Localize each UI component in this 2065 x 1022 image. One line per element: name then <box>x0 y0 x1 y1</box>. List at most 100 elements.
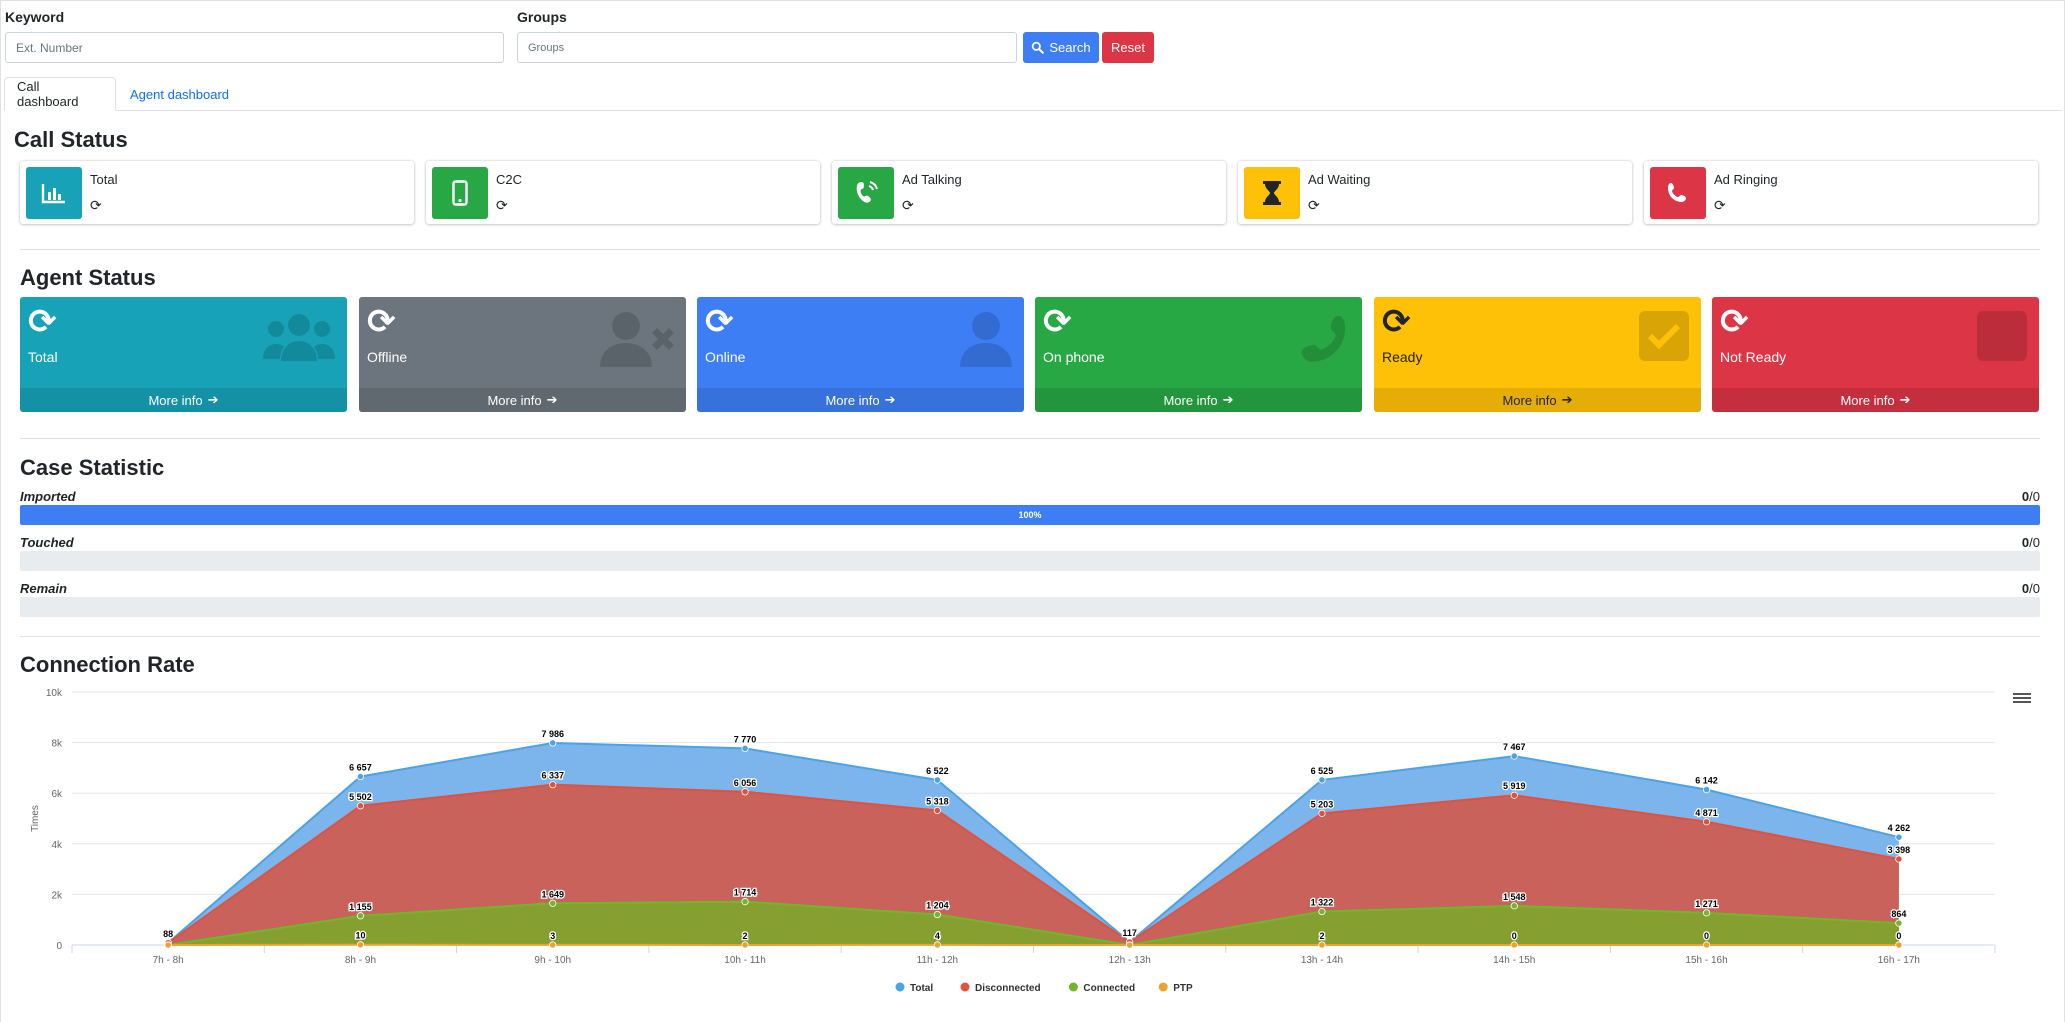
data-label: 7 770 <box>734 734 757 744</box>
call-status-card-ad-ringing[interactable]: Ad Ringing ⟳ <box>1644 161 2038 224</box>
data-point <box>1895 833 1903 841</box>
refresh-icon: ⟳ <box>1714 197 1726 213</box>
data-point <box>549 899 557 907</box>
groups-label: Groups <box>517 9 567 25</box>
tab-agent-dashboard[interactable]: Agent dashboard <box>118 77 241 111</box>
agent-status-card-on-phone[interactable]: ⟳ On phone More info ➔ <box>1035 297 1362 412</box>
case-row-touched: Touched 0/0 <box>20 535 2040 573</box>
case-row-label: Touched <box>20 535 74 550</box>
y-tick-label: 8k <box>51 739 63 750</box>
data-point <box>933 776 941 784</box>
case-row-total: /0 <box>2029 581 2040 596</box>
more-info-link[interactable]: More info ➔ <box>359 388 686 412</box>
section-divider <box>20 438 2040 439</box>
agent-status-card-ready[interactable]: ⟳ Ready More info ➔ <box>1374 297 1701 412</box>
y-tick-label: 6k <box>51 789 63 800</box>
data-point <box>549 739 557 747</box>
agent-status-card-not-ready[interactable]: ⟳ Not Ready More info ➔ <box>1712 297 2039 412</box>
bar-chart-icon <box>26 167 82 219</box>
x-tick-label: 13h - 14h <box>1301 955 1343 966</box>
refresh-icon: ⟳ <box>496 197 508 213</box>
reset-button[interactable]: Reset <box>1102 32 1154 63</box>
section-divider <box>20 249 2040 250</box>
search-button[interactable]: Search <box>1023 32 1099 63</box>
data-point <box>356 802 365 810</box>
data-point <box>1895 919 1903 927</box>
case-row-imported: Imported 0/0 100% <box>20 489 2040 527</box>
more-info-label: More info <box>148 392 203 408</box>
agent-status-card-offline[interactable]: ⟳ Offline More info ➔ <box>359 297 686 412</box>
case-row-total: /0 <box>2029 535 2040 550</box>
search-icon <box>1032 41 1045 54</box>
agent-status-label: Total <box>28 349 58 365</box>
data-label: 0 <box>1512 931 1517 941</box>
refresh-icon: ⟳ <box>367 303 396 341</box>
data-label: 1 714 <box>734 888 757 898</box>
data-label: 3 398 <box>1888 845 1911 855</box>
data-point <box>933 941 941 949</box>
agent-status-card-total[interactable]: ⟳ Total More info ➔ <box>20 297 347 412</box>
call-status-card-ad-talking[interactable]: Ad Talking ⟳ <box>832 161 1226 224</box>
keyword-input[interactable] <box>5 32 504 63</box>
progress-bar: 100% <box>20 505 2040 525</box>
case-row-total: /0 <box>2029 489 2040 504</box>
data-label: 4 262 <box>1888 823 1911 833</box>
more-info-link[interactable]: More info ➔ <box>20 388 347 412</box>
progress-bar <box>20 597 2040 617</box>
data-label: 4 871 <box>1695 808 1718 818</box>
y-tick-label: 0 <box>56 941 62 952</box>
refresh-icon: ⟳ <box>1308 197 1320 213</box>
data-point <box>1126 941 1134 949</box>
tab-call-dashboard[interactable]: Call dashboard <box>4 77 116 111</box>
call-status-card-total[interactable]: Total ⟳ <box>20 161 414 224</box>
data-label: 1 548 <box>1503 892 1526 902</box>
refresh-icon: ⟳ <box>1720 303 1749 341</box>
x-tick-label: 8h - 9h <box>345 955 376 966</box>
legend-item-total: Total <box>910 983 933 994</box>
data-point <box>1510 791 1518 799</box>
data-label: 3 <box>550 931 555 941</box>
more-info-label: More info <box>1502 392 1557 408</box>
refresh-icon: ⟳ <box>1382 303 1411 341</box>
case-row-value: 0/0 <box>2022 535 2040 550</box>
data-label: 0 <box>1896 931 1901 941</box>
more-info-label: More info <box>487 392 542 408</box>
case-row-value: 0/0 <box>2022 581 2040 596</box>
legend-marker <box>1068 982 1078 992</box>
data-point <box>356 912 365 920</box>
data-label: 1 204 <box>926 901 949 911</box>
data-point <box>1510 902 1518 910</box>
data-point <box>1702 786 1711 794</box>
check-square-icon <box>1639 311 1689 361</box>
legend-marker <box>895 982 905 992</box>
progress-fill: 100% <box>20 505 2040 525</box>
arrow-circle-right-icon: ➔ <box>1561 392 1573 407</box>
x-tick-label: 9h - 10h <box>534 955 571 966</box>
more-info-link[interactable]: More info ➔ <box>697 388 1024 412</box>
search-button-label: Search <box>1049 40 1091 55</box>
agent-status-label: Ready <box>1382 349 1423 365</box>
data-point <box>1895 941 1903 949</box>
agent-status-label: Not Ready <box>1720 349 1787 365</box>
y-tick-label: 10k <box>46 688 63 699</box>
data-point <box>1318 809 1326 817</box>
more-info-label: More info <box>825 392 880 408</box>
call-status-card-c2c[interactable]: C2C ⟳ <box>426 161 820 224</box>
x-tick-label: 7h - 8h <box>153 955 184 966</box>
call-status-card-ad-waiting[interactable]: Ad Waiting ⟳ <box>1238 161 1632 224</box>
more-info-link[interactable]: More info ➔ <box>1374 388 1701 412</box>
data-point <box>741 788 749 796</box>
data-label: 864 <box>1891 909 1906 919</box>
refresh-icon: ⟳ <box>28 303 57 341</box>
data-label: 117 <box>1122 928 1137 938</box>
more-info-link[interactable]: More info ➔ <box>1712 388 2039 412</box>
data-point <box>164 941 172 949</box>
y-tick-label: 2k <box>51 890 63 901</box>
call-status-label: Ad Waiting <box>1308 172 1371 187</box>
agent-status-card-online[interactable]: ⟳ Online More info ➔ <box>697 297 1024 412</box>
data-label: 7 986 <box>541 729 564 739</box>
groups-input[interactable] <box>517 32 1017 63</box>
more-info-link[interactable]: More info ➔ <box>1035 388 1362 412</box>
legend-item-disconnected: Disconnected <box>975 983 1041 994</box>
x-tick-label: 16h - 17h <box>1878 955 1920 966</box>
